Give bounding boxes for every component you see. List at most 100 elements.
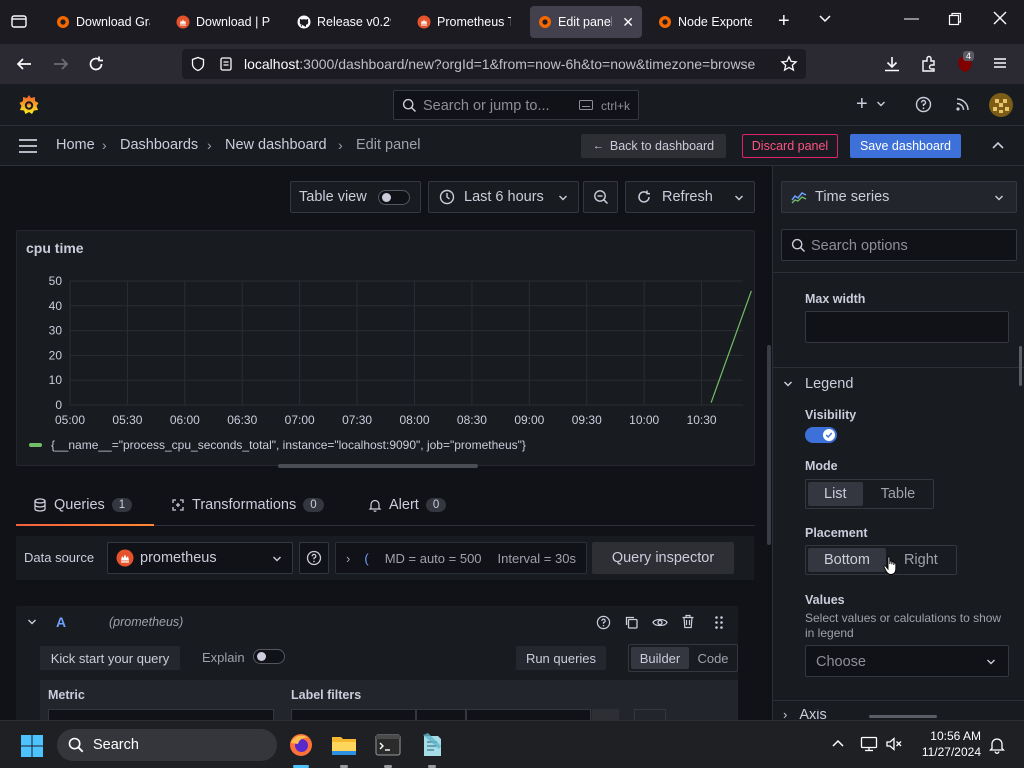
close-tab-icon[interactable]: ✕ — [622, 14, 634, 31]
reload-icon[interactable] — [86, 54, 106, 74]
placement-bottom-option[interactable]: Bottom — [808, 548, 886, 572]
tab-list-icon[interactable] — [10, 12, 28, 30]
mode-table-option[interactable]: Table — [865, 482, 932, 506]
rss-news-icon[interactable] — [955, 96, 971, 112]
minimize-icon[interactable]: — — [904, 10, 919, 27]
clock-time[interactable]: 10:56 AM — [919, 729, 981, 743]
horizontal-scrollbar[interactable] — [869, 715, 937, 718]
tab-alert[interactable]: Alert 0 — [368, 497, 447, 513]
axis-section-header[interactable]: › Axis — [783, 709, 827, 720]
x-tick-label: 10:30 — [687, 413, 717, 427]
run-queries-button[interactable]: Run queries — [516, 646, 606, 670]
query-data-source: (prometheus) — [109, 615, 184, 629]
github-icon — [297, 15, 311, 29]
windows-taskbar: Search 10:56 AM 11/27/2024 — [0, 720, 1024, 768]
terminal-icon[interactable] — [375, 734, 401, 756]
search-options-input[interactable]: Search options — [781, 229, 1017, 261]
tab-queries[interactable]: Queries 1 — [33, 497, 133, 513]
zoom-out-button[interactable] — [583, 181, 618, 213]
browser-tab[interactable]: Node Exporte — [650, 6, 762, 38]
back-to-dashboard-button[interactable]: ← Back to dashboard — [581, 134, 726, 158]
user-avatar[interactable] — [989, 93, 1013, 117]
grafana-logo-icon[interactable] — [17, 93, 41, 117]
taskbar-search[interactable]: Search — [57, 729, 277, 761]
refresh-label: Refresh — [662, 189, 713, 205]
panel-resize-handle[interactable] — [278, 464, 478, 468]
duplicate-icon[interactable] — [624, 615, 639, 630]
drag-handle-icon[interactable] — [714, 615, 724, 630]
chevron-down-icon[interactable] — [876, 99, 886, 109]
close-window-icon[interactable] — [993, 11, 1007, 25]
browser-nav-bar: localhost:3000/dashboard/new?orgId=1&fro… — [0, 44, 1024, 84]
help-icon[interactable] — [915, 96, 932, 113]
chevron-up-icon[interactable] — [991, 140, 1005, 150]
page-info-icon[interactable] — [218, 56, 234, 72]
discard-panel-button[interactable]: Discard panel — [742, 134, 838, 158]
help-icon[interactable] — [596, 615, 611, 630]
browser-tab[interactable]: Edit panel - ✕ — [530, 6, 642, 38]
time-range-picker[interactable]: Last 6 hours — [428, 181, 579, 213]
chevron-down-icon[interactable] — [818, 12, 832, 26]
downloads-icon[interactable] — [882, 54, 902, 74]
legend-visibility-switch[interactable] — [805, 427, 837, 443]
tab-transformations[interactable]: Transformations 0 — [171, 497, 324, 513]
legend-item-label[interactable]: {__name__="process_cpu_seconds_total", i… — [51, 438, 526, 452]
browser-tab[interactable]: Prometheus T — [409, 6, 519, 38]
builder-mode-button[interactable]: Builder — [631, 647, 689, 669]
eye-icon[interactable] — [652, 615, 668, 630]
hamburger-menu-icon[interactable] — [991, 54, 1011, 74]
trash-icon[interactable] — [681, 614, 695, 629]
legend-values-select[interactable]: Choose — [805, 645, 1009, 677]
menu-toggle-icon[interactable] — [18, 138, 38, 154]
notepad-icon[interactable] — [420, 732, 444, 758]
query-options-toggle[interactable]: › ( MD = auto = 500 Interval = 30s — [335, 542, 587, 574]
add-icon[interactable]: + — [856, 94, 868, 114]
data-source-value: prometheus — [140, 550, 217, 566]
values-help-text: Select values or calculations to show in… — [805, 611, 1002, 640]
clock-date[interactable]: 11/27/2024 — [913, 745, 981, 759]
data-source-picker[interactable]: prometheus — [107, 542, 293, 574]
splitter-handle[interactable] — [767, 345, 771, 545]
query-letter[interactable]: A — [56, 614, 66, 630]
network-icon[interactable] — [860, 736, 878, 752]
data-source-help-button[interactable] — [299, 542, 329, 574]
breadcrumb-new-dashboard[interactable]: New dashboard — [225, 137, 327, 153]
table-view-switch[interactable] — [378, 190, 410, 205]
back-arrow-icon[interactable] — [14, 54, 34, 74]
shield-icon[interactable] — [190, 56, 206, 72]
legend-section-header[interactable]: Legend — [783, 376, 853, 392]
save-dashboard-button[interactable]: Save dashboard — [850, 134, 961, 158]
code-mode-button[interactable]: Code — [691, 647, 735, 669]
new-tab-icon[interactable]: + — [778, 10, 790, 33]
url-bar[interactable]: localhost:3000/dashboard/new?orgId=1&fro… — [182, 49, 806, 79]
explain-toggle[interactable] — [253, 649, 285, 664]
max-width-input[interactable] — [805, 311, 1009, 343]
volume-muted-icon[interactable] — [885, 736, 903, 752]
kick-start-query-button[interactable]: Kick start your query — [40, 646, 180, 670]
grafana-search-bar[interactable]: Search or jump to... ctrl+k — [393, 90, 639, 120]
mode-list-option[interactable]: List — [808, 482, 863, 506]
options-scrollbar[interactable] — [1019, 346, 1022, 386]
tray-chevron-up-icon[interactable] — [831, 738, 845, 748]
browser-tab[interactable]: Release v0.29. — [289, 6, 399, 38]
browser-tab[interactable]: Download Gra — [48, 6, 158, 38]
collapse-chevron-icon[interactable] — [27, 618, 37, 626]
query-inspector-button[interactable]: Query inspector — [592, 542, 734, 574]
windows-start-icon[interactable] — [20, 734, 44, 758]
extensions-icon[interactable] — [919, 54, 939, 74]
visualization-picker[interactable]: Time series — [781, 181, 1017, 213]
table-view-toggle[interactable]: Table view — [290, 181, 421, 213]
forward-arrow-icon[interactable] — [51, 54, 71, 74]
chevron-down-icon[interactable] — [734, 194, 744, 202]
file-explorer-icon[interactable] — [331, 734, 357, 756]
refresh-button[interactable]: Refresh — [625, 181, 755, 213]
y-tick-label: 30 — [49, 324, 63, 338]
breadcrumb-dashboards[interactable]: Dashboards — [120, 137, 198, 153]
bookmark-star-icon[interactable] — [780, 55, 798, 73]
breadcrumb-home[interactable]: Home — [56, 137, 95, 153]
notification-bell-icon[interactable] — [989, 736, 1005, 754]
restore-icon[interactable] — [948, 12, 962, 26]
grafana-icon — [56, 15, 70, 29]
browser-tab[interactable]: Download | Pr — [168, 6, 278, 38]
firefox-icon[interactable] — [288, 732, 314, 758]
